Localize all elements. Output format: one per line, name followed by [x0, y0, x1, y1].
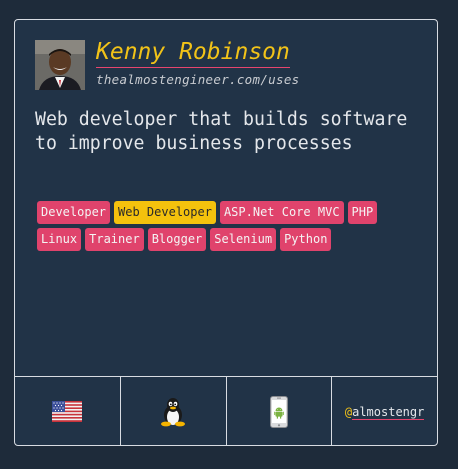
name-block: Kenny Robinson thealmostengineer.com/use…: [96, 37, 299, 87]
twitter-handle-text: almostengr: [352, 404, 425, 420]
linux-tux-icon: [161, 397, 186, 426]
profile-card: Kenny Robinson thealmostengineer.com/use…: [14, 19, 438, 446]
tag-selenium: Selenium: [210, 228, 277, 251]
tag-trainer: Trainer: [85, 228, 144, 251]
profile-bio: Web developer that builds software to im…: [35, 109, 408, 154]
avatar: [35, 40, 85, 90]
tag-developer: Developer: [37, 201, 111, 224]
footer-cell-twitter[interactable]: @almostengr: [332, 377, 437, 446]
avatar-photo-icon: [35, 40, 85, 90]
tag-php: PHP: [347, 201, 378, 224]
footer-cell-country: [15, 377, 121, 446]
profile-header: Kenny Robinson thealmostengineer.com/use…: [35, 37, 299, 90]
us-flag-icon: [52, 401, 83, 422]
tag-asp-net-core-mvc: ASP.Net Core MVC: [219, 201, 344, 224]
footer-cell-os: [121, 377, 227, 446]
tag-linux: Linux: [37, 228, 82, 251]
profile-site[interactable]: thealmostengineer.com/uses: [96, 72, 299, 87]
tag-blogger: Blogger: [147, 228, 207, 251]
tag-web-developer: Web Developer: [114, 201, 216, 224]
tag-list: Developer Web Developer ASP.Net Core MVC PH…: [37, 201, 417, 251]
profile-footer: @almostengr: [15, 376, 437, 446]
footer-cell-phone: [227, 377, 333, 446]
twitter-handle[interactable]: @almostengr: [345, 404, 425, 420]
android-phone-icon: [269, 395, 288, 428]
tag-python: Python: [280, 228, 332, 251]
profile-name[interactable]: Kenny Robinson: [96, 37, 290, 68]
